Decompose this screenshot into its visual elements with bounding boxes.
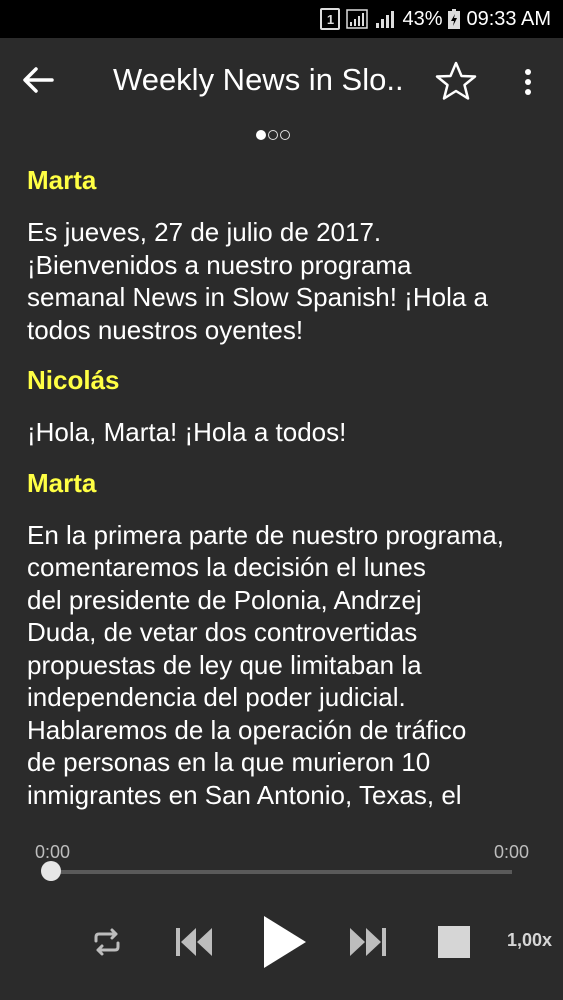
page-dot	[280, 130, 290, 140]
seek-thumb[interactable]	[41, 861, 61, 881]
star-outline-icon[interactable]	[432, 58, 480, 106]
duration-time: 0:00	[493, 842, 529, 862]
app-bar: Weekly News in Slo..	[0, 38, 563, 124]
more-vert-icon[interactable]	[515, 64, 541, 104]
sim-badge: 1	[320, 8, 341, 30]
page-dot	[268, 130, 278, 140]
transcript-paragraph: En la primera parte de nuestro programa,…	[27, 519, 504, 810]
skip-previous-icon[interactable]	[172, 920, 216, 964]
transcript-paragraph: Es jueves, 27 de julio de 2017. ¡Bienven…	[27, 217, 488, 345]
signal-icon	[346, 9, 369, 29]
transcript-paragraph: ¡Hola, Marta! ¡Hola a todos!	[27, 417, 347, 447]
transcript[interactable]: Marta Es jueves, 27 de julio de 2017. ¡B…	[27, 160, 542, 820]
battery-charging-icon	[448, 9, 461, 29]
elapsed-time: 0:00	[35, 842, 71, 862]
arrow-back-icon[interactable]	[18, 60, 58, 100]
speaker-name: Nicolás	[27, 365, 120, 395]
page-dot	[256, 130, 266, 140]
page-title: Weekly News in Slo..	[113, 62, 404, 97]
play-icon[interactable]	[256, 912, 312, 972]
playback-speed-button[interactable]: 1,00x	[507, 930, 552, 951]
audio-player: 0:00 0:00 1,00x	[0, 820, 563, 1000]
status-bar: 1 43% 09:33 AM	[0, 0, 563, 38]
speaker-name: Marta	[27, 165, 97, 195]
status-icons: 1 43% 09:33 AM	[320, 0, 551, 38]
battery-percent: 43%	[402, 7, 443, 30]
repeat-icon[interactable]	[90, 925, 124, 959]
speaker-name: Marta	[27, 467, 97, 498]
clock: 09:33 AM	[466, 7, 551, 30]
page-indicator	[256, 130, 290, 140]
seek-bar[interactable]	[51, 870, 512, 874]
skip-next-icon[interactable]	[346, 920, 390, 964]
signal-strength-icon	[376, 11, 395, 28]
stop-icon[interactable]	[438, 926, 470, 958]
